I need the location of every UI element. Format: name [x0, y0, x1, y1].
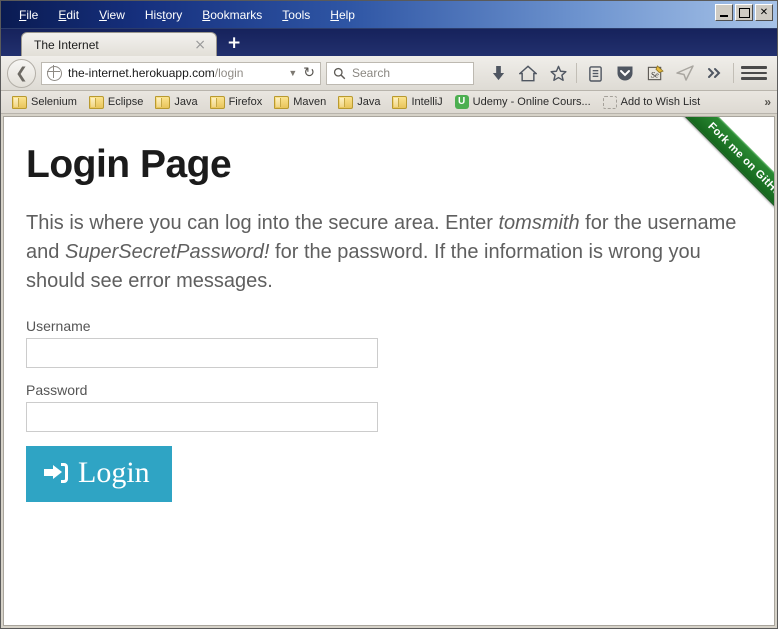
pocket-shield-icon[interactable] [610, 59, 640, 87]
menu-bar: File Edit View History Bookmarks Tools H… [1, 5, 365, 25]
menu-item-history[interactable]: History [135, 5, 192, 25]
tab-the-internet[interactable]: The Internet × [21, 32, 217, 56]
home-icon[interactable] [513, 59, 543, 87]
folder-icon [88, 95, 104, 109]
globe-icon [46, 65, 62, 81]
overflow-chevrons-icon[interactable] [700, 59, 730, 87]
username-label: Username [26, 318, 91, 334]
toolbar-divider [576, 63, 577, 83]
url-host: the-internet.herokuapp.com [68, 66, 215, 80]
bookmark-java[interactable]: Java [150, 95, 202, 110]
window-controls: ✕ [715, 4, 773, 21]
username-input[interactable] [26, 338, 378, 368]
menu-item-help[interactable]: Help [320, 5, 365, 25]
navigation-toolbar: ❮ the-internet.herokuapp.com/login ▼ ↻ S… [1, 56, 777, 91]
udemy-icon: U [454, 95, 469, 109]
placeholder-icon [602, 95, 617, 109]
folder-icon [209, 95, 225, 109]
search-box[interactable]: Search [326, 61, 474, 85]
intro-part-1: This is where you can log into the secur… [26, 212, 499, 234]
bookmark-udemy[interactable]: U Udemy - Online Cours... [450, 94, 596, 110]
address-bar[interactable]: the-internet.herokuapp.com/login ▼ ↻ [41, 61, 321, 85]
maximize-button[interactable] [735, 4, 753, 21]
close-button[interactable]: ✕ [755, 4, 773, 21]
menu-item-file[interactable]: File [9, 5, 48, 25]
github-ribbon[interactable]: Fork me on GitHub [624, 117, 774, 267]
bookmark-firefox[interactable]: Firefox [205, 95, 268, 110]
intro-password: SuperSecretPassword! [64, 241, 270, 263]
login-button-label: Login [78, 456, 150, 489]
bookmark-maven[interactable]: Maven [269, 95, 331, 110]
bookmark-intellij[interactable]: IntelliJ [387, 95, 447, 110]
password-input[interactable] [26, 402, 378, 432]
search-placeholder: Search [352, 66, 391, 80]
toolbar-divider-2 [733, 63, 734, 83]
bookmark-eclipse[interactable]: Eclipse [84, 95, 148, 110]
menu-item-edit[interactable]: Edit [48, 5, 89, 25]
intro-username: tomsmith [498, 212, 580, 234]
password-label: Password [26, 382, 88, 398]
back-button[interactable]: ❮ [7, 58, 36, 88]
reload-icon[interactable]: ↻ [303, 66, 315, 80]
bookmark-selenium[interactable]: Selenium [7, 95, 82, 110]
menu-item-bookmarks[interactable]: Bookmarks [192, 5, 272, 25]
bookmarks-overflow-icon[interactable]: » [764, 95, 771, 109]
send-tab-icon[interactable] [670, 59, 700, 87]
folder-icon [274, 95, 290, 109]
menu-hamburger-icon[interactable] [737, 63, 771, 83]
reading-list-icon[interactable] [580, 59, 610, 87]
bookmarks-bar: Selenium Eclipse Java Firefox Maven Java… [1, 91, 777, 114]
downloads-icon[interactable] [483, 59, 513, 87]
sign-in-icon [44, 461, 68, 485]
bookmark-java-2[interactable]: Java [333, 95, 385, 110]
close-icon[interactable]: × [190, 38, 210, 52]
chevron-down-icon[interactable]: ▼ [288, 68, 297, 78]
tab-strip: The Internet × + [1, 29, 777, 56]
toolbar-icons: Se [483, 59, 771, 87]
selenium-ide-icon[interactable]: Se [640, 59, 670, 87]
page-viewport: Fork me on GitHub Login Page This is whe… [3, 116, 775, 626]
browser-window: File Edit View History Bookmarks Tools H… [0, 0, 778, 629]
fork-me-ribbon-label: Fork me on GitHub [660, 117, 774, 249]
login-button[interactable]: Login [26, 446, 172, 502]
folder-icon [392, 95, 408, 109]
minimize-button[interactable] [715, 4, 733, 21]
bookmark-add-to-wish-list[interactable]: Add to Wish List [598, 95, 705, 110]
folder-icon [155, 95, 171, 109]
menu-item-tools[interactable]: Tools [272, 5, 320, 25]
tab-title: The Internet [34, 37, 99, 52]
new-tab-button[interactable]: + [217, 35, 251, 52]
login-form: Username Password Login [26, 318, 752, 502]
folder-icon [338, 95, 354, 109]
url-path: /login [214, 66, 244, 80]
search-icon [333, 67, 346, 79]
folder-icon [12, 95, 27, 109]
url-text: the-internet.herokuapp.com/login [68, 66, 282, 80]
bookmark-star-icon[interactable] [543, 59, 573, 87]
title-bar: File Edit View History Bookmarks Tools H… [1, 1, 777, 29]
menu-item-view[interactable]: View [89, 5, 135, 25]
